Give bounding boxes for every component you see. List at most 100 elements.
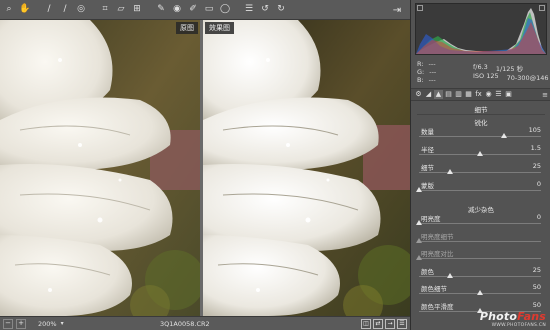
slider-thumb[interactable]: [501, 133, 508, 138]
slider-track[interactable]: [419, 275, 541, 277]
split-toning-tab-icon[interactable]: ▥: [454, 90, 463, 99]
effects-tab-icon[interactable]: fx: [474, 90, 483, 99]
detail-tab-icon[interactable]: ▲: [434, 90, 443, 99]
spot-removal-tool-icon[interactable]: ✎: [154, 3, 168, 17]
right-panel: R: --- G: --- B: --- f/6.3 1/125 秒 ISO 1…: [410, 0, 550, 330]
shadow-clipping-indicator[interactable]: [417, 5, 423, 11]
slider-thumb[interactable]: [446, 169, 453, 174]
graduated-filter-icon[interactable]: ▭: [202, 3, 216, 17]
before-label: 原图: [176, 22, 198, 34]
slider-track[interactable]: [419, 240, 541, 242]
slider-label: 颜色平滑度: [421, 302, 454, 311]
slider-label: 明亮度细节: [421, 232, 454, 241]
slider-label: 明亮度: [421, 215, 441, 223]
zoom-out-button[interactable]: −: [3, 318, 13, 329]
noise-slider-3[interactable]: 颜色 25: [411, 266, 550, 284]
lens: 70-300@146 毫米: [506, 74, 550, 82]
slider-track[interactable]: [419, 258, 541, 259]
pixel-info: R: --- G: --- B: --- f/6.3 1/125 秒 ISO 1…: [415, 58, 550, 88]
watermark: PhotoFans WWW.PHOTOFANS.CN: [480, 310, 546, 328]
slider-track[interactable]: [419, 223, 541, 224]
slider-value[interactable]: 25: [533, 162, 541, 170]
white-balance-tool-icon[interactable]: ∕: [42, 3, 56, 17]
chevron-down-icon[interactable]: ▾: [61, 320, 64, 327]
tone-curve-tab-icon[interactable]: ◢: [424, 90, 433, 99]
panel-title: 细节: [474, 106, 488, 114]
camera-calibration-tab-icon[interactable]: ◉: [484, 90, 493, 99]
export-icon[interactable]: ⇥: [390, 3, 404, 17]
noise-slider-1[interactable]: 明亮度细节: [411, 231, 550, 249]
zoom-level[interactable]: 200%: [38, 320, 57, 328]
slider-value[interactable]: 50: [533, 301, 541, 309]
histogram: [415, 3, 547, 55]
slider-value[interactable]: 1.5: [531, 144, 541, 152]
sharpening-slider-1[interactable]: 半径 1.5: [411, 144, 550, 162]
watermark-url: WWW.PHOTOFANS.CN: [491, 323, 546, 328]
slider-thumb[interactable]: [446, 272, 453, 278]
lens-corrections-tab-icon[interactable]: ▦: [464, 90, 473, 99]
sharpening-slider-3[interactable]: 蒙版 0: [411, 180, 550, 198]
slider-value[interactable]: 0: [537, 213, 541, 221]
filename: 3Q1A0058.CR2: [160, 320, 210, 328]
watermark-logo: PhotoFans: [479, 310, 546, 323]
image-preview[interactable]: 原图 效果图: [0, 20, 410, 316]
slider-label: 颜色: [421, 267, 434, 276]
noise-slider-4[interactable]: 颜色细节 50: [411, 283, 550, 301]
copy-settings-button[interactable]: →: [385, 319, 395, 329]
straighten-tool-icon[interactable]: ▱: [114, 3, 128, 17]
slider-thumb[interactable]: [416, 255, 422, 260]
before-photo: [0, 20, 200, 316]
slider-value[interactable]: 105: [529, 126, 541, 134]
rgb-readout-g: G: ---: [417, 68, 437, 76]
rgb-readout-r: R: ---: [417, 60, 436, 68]
sharpening-slider-2[interactable]: 细节 25: [411, 162, 550, 180]
slider-track[interactable]: [419, 190, 541, 191]
red-eye-tool-icon[interactable]: ◉: [170, 3, 184, 17]
noise-slider-2[interactable]: 明亮度对比: [411, 248, 550, 266]
targeted-adjustment-tool-icon[interactable]: ◎: [74, 3, 88, 17]
toggle-settings-button[interactable]: ☰: [397, 319, 407, 329]
zoom-in-button[interactable]: +: [16, 318, 26, 329]
slider-value[interactable]: 50: [533, 283, 541, 291]
slider-label: 明亮度对比: [421, 250, 454, 258]
zoom-tool-icon[interactable]: ⌕: [2, 3, 16, 17]
crop-tool-icon[interactable]: ⌗: [98, 3, 112, 17]
panel-divider: [417, 114, 545, 115]
slider-thumb[interactable]: [416, 220, 422, 225]
cycle-view-button[interactable]: ◫: [361, 319, 371, 329]
rotate-right-icon[interactable]: ↻: [274, 3, 288, 17]
presets-tab-icon[interactable]: ☰: [494, 90, 503, 99]
panel-menu-icon[interactable]: ≡: [542, 91, 548, 99]
before-image: 原图: [0, 20, 200, 316]
view-mode-buttons: ◫ ⇄ → ☰: [361, 319, 407, 329]
noise-slider-0[interactable]: 明亮度 0: [411, 213, 550, 231]
slider-thumb[interactable]: [477, 151, 483, 156]
slider-label: 细节: [421, 164, 434, 172]
histogram-graph: [416, 8, 546, 54]
transform-tool-icon[interactable]: ⊞: [130, 3, 144, 17]
adjustment-brush-icon[interactable]: ✐: [186, 3, 200, 17]
iso: ISO 125: [473, 72, 499, 80]
slider-value[interactable]: 25: [533, 266, 541, 274]
basic-tab-icon[interactable]: ⚙: [414, 90, 423, 99]
slider-thumb[interactable]: [416, 187, 422, 192]
rotate-left-icon[interactable]: ↺: [258, 3, 272, 17]
slider-value[interactable]: 0: [537, 180, 541, 188]
hand-tool-icon[interactable]: ✋: [18, 3, 32, 17]
preferences-icon[interactable]: ☰: [242, 3, 256, 17]
sharpening-slider-0[interactable]: 数量 105: [411, 126, 550, 144]
hsl-tab-icon[interactable]: ▤: [444, 90, 453, 99]
color-sampler-tool-icon[interactable]: ∕: [58, 3, 72, 17]
slider-track[interactable]: [419, 136, 541, 137]
slider-label: 蒙版: [421, 182, 434, 190]
snapshots-tab-icon[interactable]: ▣: [504, 90, 513, 99]
radial-filter-icon[interactable]: ◯: [218, 3, 232, 17]
slider-track[interactable]: [419, 172, 541, 173]
swap-settings-button[interactable]: ⇄: [373, 319, 383, 329]
slider-thumb[interactable]: [477, 290, 483, 295]
slider-label: 半径: [421, 146, 434, 154]
slider-thumb[interactable]: [416, 237, 422, 243]
slider-label: 数量: [421, 128, 434, 136]
rgb-readout-b: B: ---: [417, 76, 436, 84]
highlight-clipping-indicator[interactable]: [539, 5, 545, 11]
